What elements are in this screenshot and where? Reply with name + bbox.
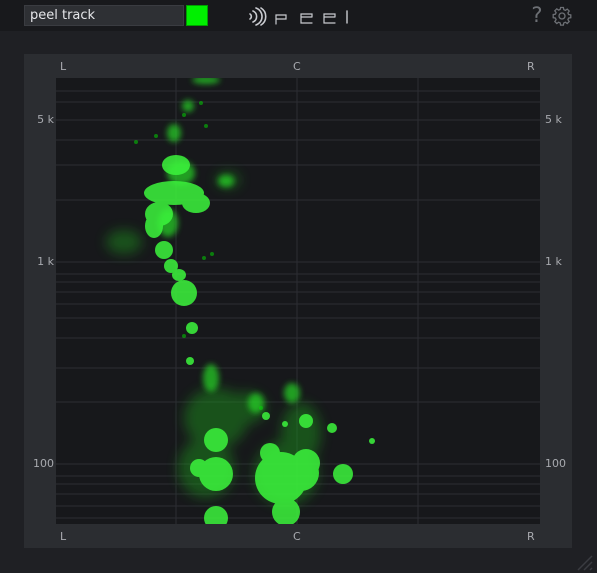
- freq-label-right-5k: 5 k: [545, 113, 562, 126]
- resize-grip-icon[interactable]: [562, 542, 594, 572]
- pan-label-bottom-center: C: [293, 530, 301, 543]
- freq-label-left-1k: 1 k: [37, 255, 54, 268]
- track-color-swatch[interactable]: [186, 5, 208, 26]
- help-icon[interactable]: ?: [528, 4, 546, 26]
- track-name-field[interactable]: peel track: [24, 5, 184, 26]
- panorama-plot[interactable]: [56, 76, 540, 530]
- pan-label-bottom-right: R: [527, 530, 535, 543]
- pan-label-bottom-left: L: [60, 530, 67, 543]
- panorama-plot-canvas: [56, 76, 540, 530]
- pan-label-top-center: C: [293, 60, 301, 73]
- gear-icon[interactable]: [552, 6, 572, 26]
- peel-logo-icon: [249, 7, 348, 26]
- freq-label-left-5k: 5 k: [37, 113, 54, 126]
- top-toolbar: peel track ?: [0, 0, 597, 31]
- freq-label-right-1k: 1 k: [545, 255, 562, 268]
- freq-label-left-100: 100: [33, 457, 54, 470]
- pan-label-top-right: R: [527, 60, 535, 73]
- freq-label-right-100: 100: [545, 457, 566, 470]
- pan-label-top-left: L: [60, 60, 67, 73]
- frequency-blobs: [106, 76, 375, 530]
